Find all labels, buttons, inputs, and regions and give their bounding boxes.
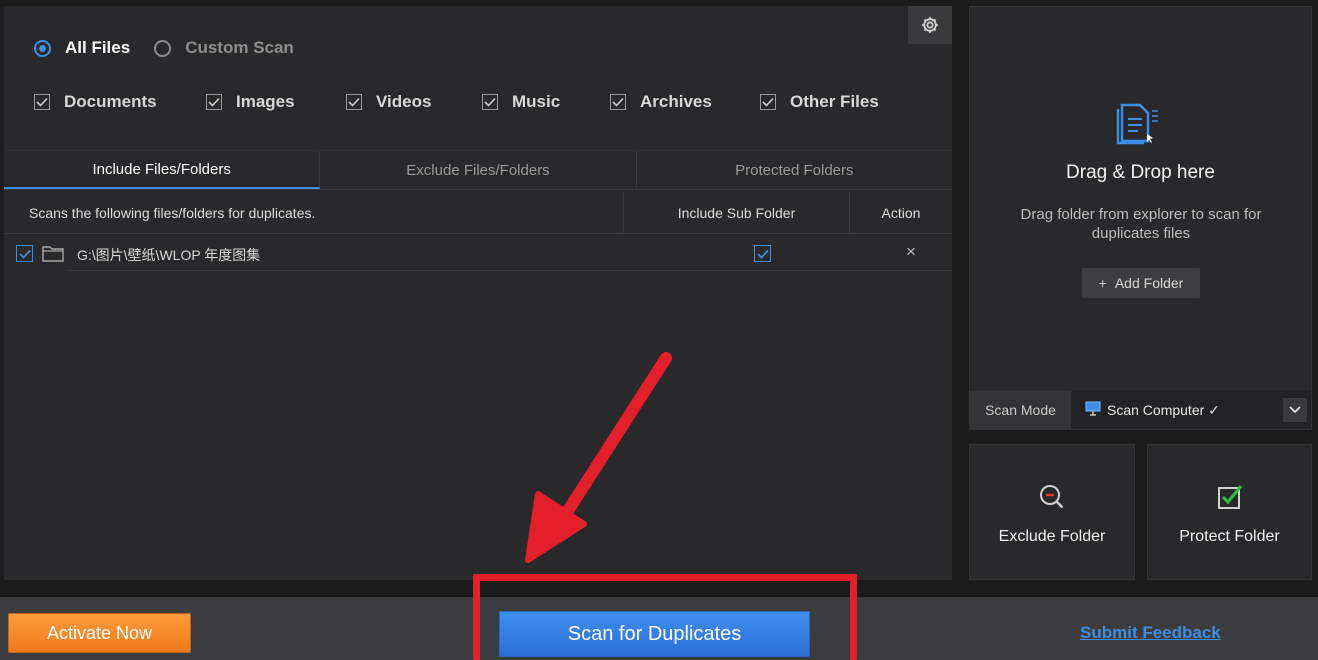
row-divider [68, 270, 952, 271]
checkbox-box [206, 94, 222, 110]
checkbox-archives-label: Archives [640, 92, 712, 111]
table-header: Scans the following files/folders for du… [4, 192, 952, 234]
plus-icon: + [1098, 275, 1107, 291]
scan-mode-bar: Scan Mode Scan Computer ✓ [970, 391, 1311, 429]
column-description: Scans the following files/folders for du… [4, 192, 624, 233]
tab-protected[interactable]: Protected Folders [637, 151, 952, 189]
tab-include[interactable]: Include Files/Folders [4, 151, 321, 189]
protect-folder-tile[interactable]: Protect Folder [1147, 444, 1312, 580]
submit-feedback-link[interactable]: Submit Feedback [1080, 623, 1221, 643]
checkbox-other-files[interactable]: Other Files [760, 92, 879, 112]
drop-zone-subtitle: Drag folder from explorer to scan for du… [1020, 206, 1262, 242]
radio-dot [154, 39, 172, 57]
scan-settings-panel: All Files Custom Scan Documents Images V… [4, 6, 952, 580]
radio-custom-scan[interactable]: Custom Scan [154, 38, 294, 58]
drop-zone[interactable]: Drag & Drop here Drag folder from explor… [969, 6, 1312, 430]
checkbox-box [482, 94, 498, 110]
chevron-down-icon[interactable] [1283, 398, 1307, 422]
column-include-sub-folder: Include Sub Folder [624, 192, 850, 233]
checkbox-music[interactable]: Music [482, 92, 610, 112]
file-type-checkboxes: Documents Images Videos Music Archives O… [34, 92, 879, 112]
checkbox-images[interactable]: Images [206, 92, 346, 112]
remove-row-button[interactable]: × [906, 242, 916, 262]
include-sub-folder-checkbox[interactable] [754, 245, 771, 262]
radio-dot [34, 39, 51, 57]
protect-check-icon [1216, 483, 1244, 516]
checkbox-documents-label: Documents [64, 92, 157, 111]
add-folder-button[interactable]: + Add Folder [1082, 268, 1200, 298]
exclude-folder-tile[interactable]: Exclude Folder [969, 444, 1135, 580]
checkbox-images-label: Images [236, 92, 295, 111]
tab-exclude[interactable]: Exclude Files/Folders [320, 151, 637, 189]
app-window: All Files Custom Scan Documents Images V… [0, 0, 1318, 660]
protect-folder-label: Protect Folder [1179, 528, 1280, 545]
radio-custom-scan-label: Custom Scan [185, 38, 294, 57]
scan-mode-select[interactable]: Scan Computer ✓ [1071, 391, 1311, 429]
checkbox-archives[interactable]: Archives [610, 92, 760, 112]
folder-path: G:\图片\壁纸\WLOP 年度图集 [77, 247, 261, 263]
checkbox-box [610, 94, 626, 110]
exclude-search-icon [1038, 483, 1066, 516]
exclude-folder-label: Exclude Folder [998, 528, 1106, 545]
checkbox-videos[interactable]: Videos [346, 92, 482, 112]
table-row: G:\图片\壁纸\WLOP 年度图集 × [4, 234, 952, 272]
folder-icon [42, 244, 64, 265]
radio-all-files[interactable]: All Files [34, 38, 130, 58]
scan-type-radios: All Files Custom Scan [34, 38, 294, 58]
activate-now-button[interactable]: Activate Now [8, 613, 191, 653]
scan-mode-value: Scan Computer ✓ [1107, 401, 1220, 418]
drop-zone-title: Drag & Drop here [1066, 162, 1215, 183]
document-drop-icon [1114, 97, 1168, 152]
checkbox-box [760, 94, 776, 110]
row-checkbox[interactable] [16, 245, 33, 262]
checkbox-box [34, 94, 50, 110]
checkbox-videos-label: Videos [376, 92, 432, 111]
checkbox-documents[interactable]: Documents [34, 92, 206, 112]
checkbox-other-files-label: Other Files [790, 92, 879, 111]
settings-button[interactable] [908, 6, 952, 44]
add-folder-label: Add Folder [1114, 275, 1184, 291]
gear-icon [922, 17, 938, 33]
annotation-highlight-box [473, 574, 857, 660]
radio-all-files-label: All Files [65, 38, 131, 57]
checkbox-box [346, 94, 362, 110]
column-action: Action [881, 204, 921, 221]
monitor-icon [1085, 401, 1101, 419]
folder-tabs: Include Files/Folders Exclude Files/Fold… [4, 150, 952, 190]
checkbox-music-label: Music [512, 92, 561, 111]
scan-mode-label: Scan Mode [970, 391, 1071, 429]
